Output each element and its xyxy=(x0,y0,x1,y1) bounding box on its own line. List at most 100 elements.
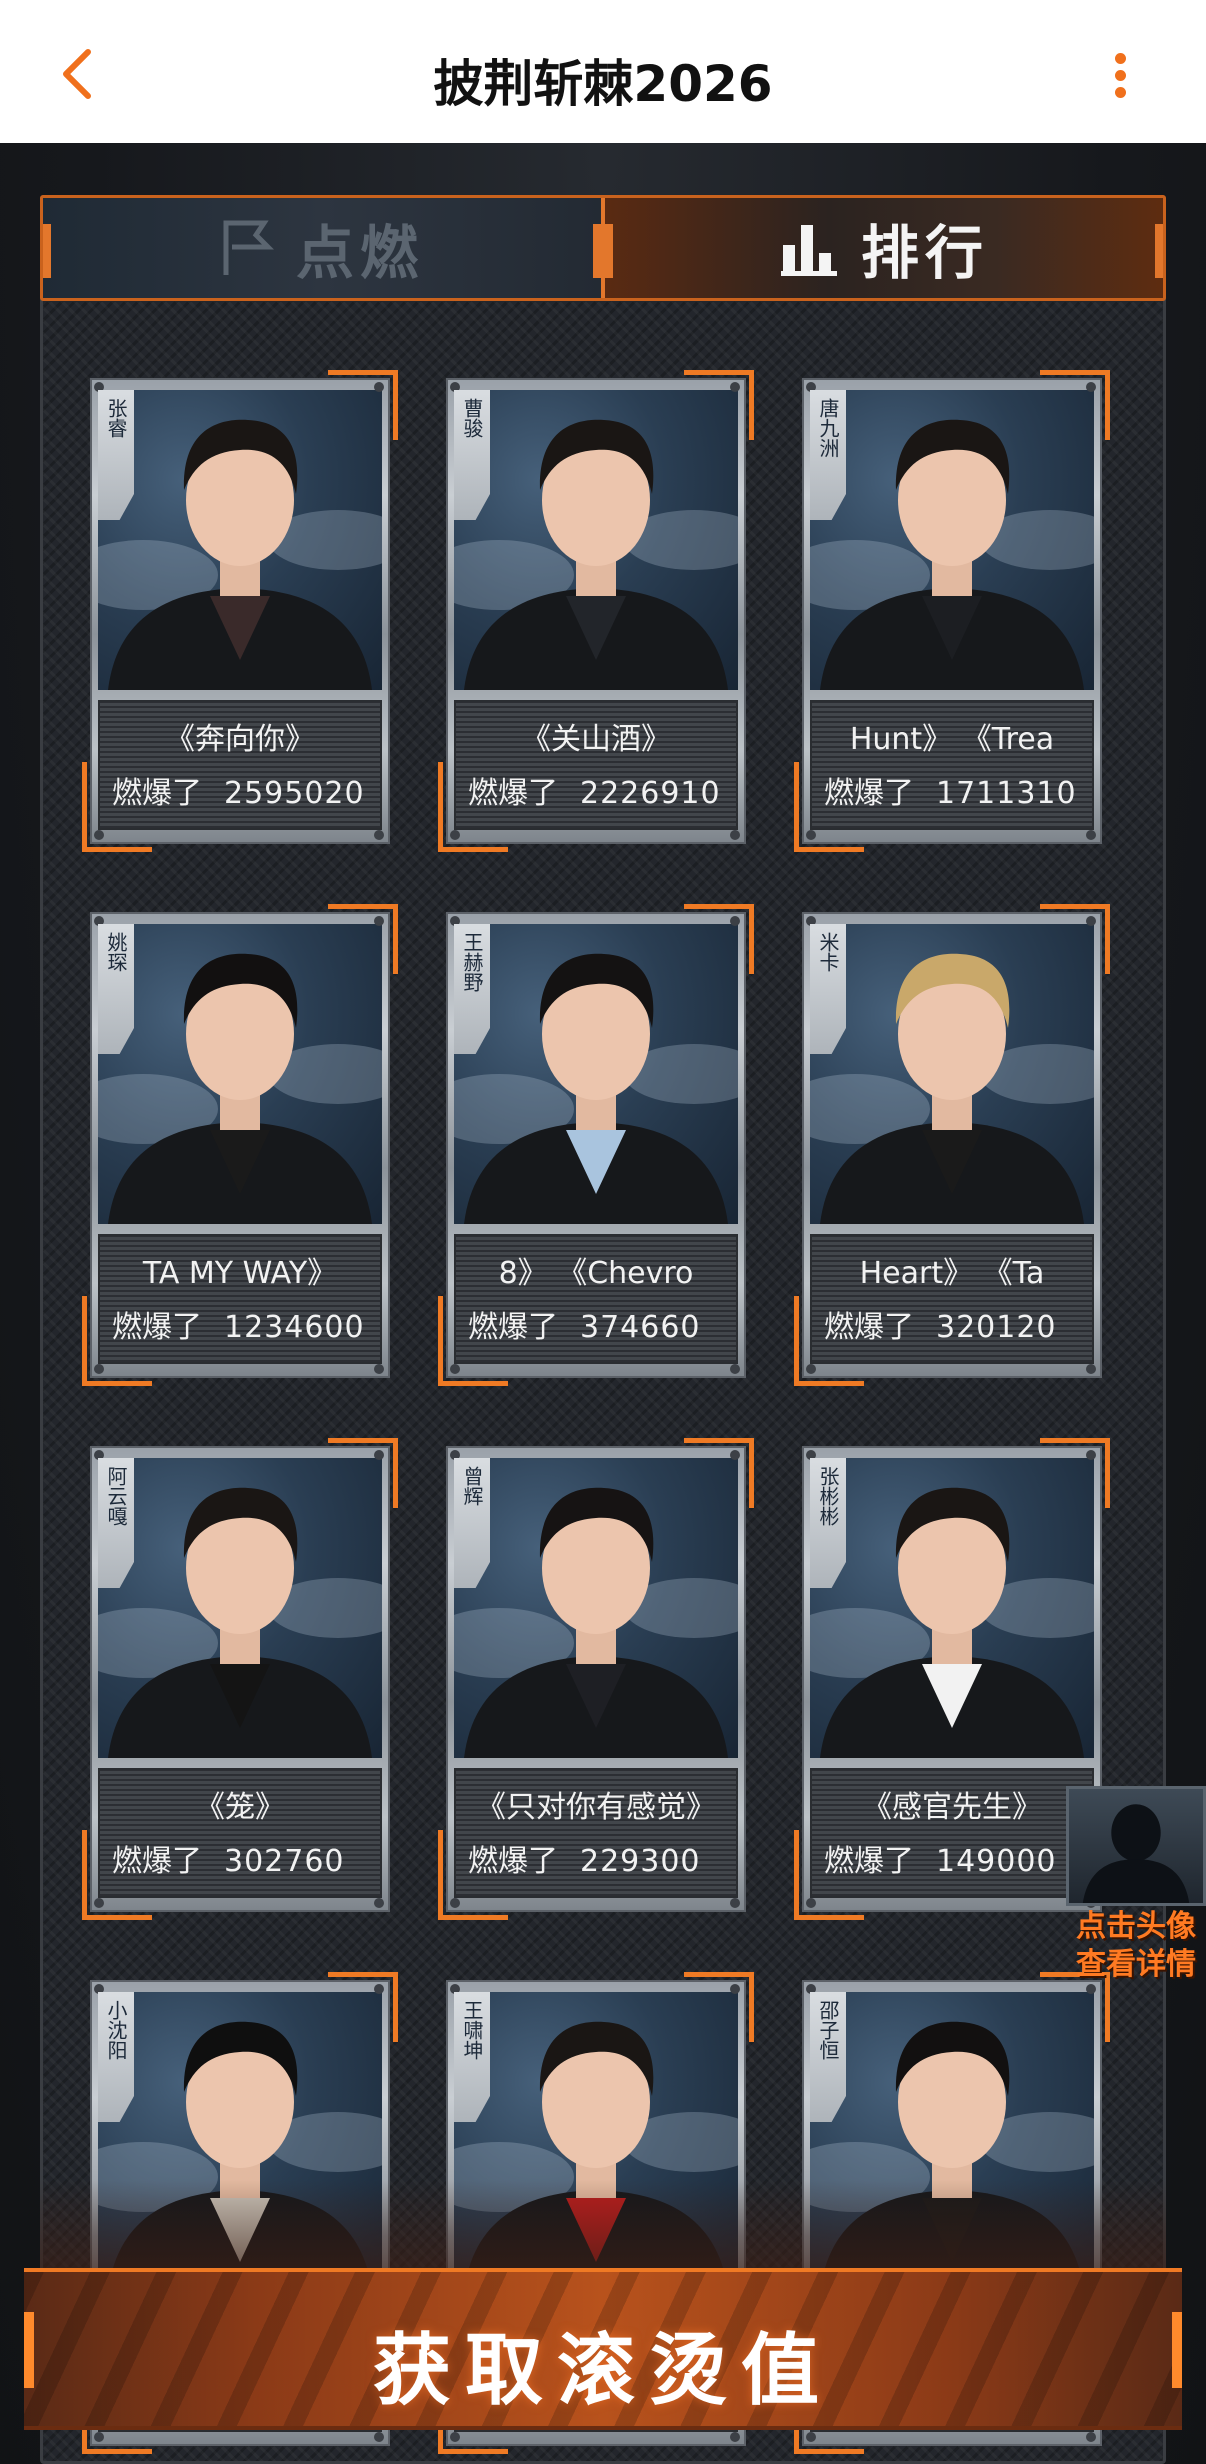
contestant-card[interactable]: 王赫野 8》 《Chevro 燃爆了 374660 xyxy=(438,904,754,1386)
contestant-name: 唐九洲 xyxy=(816,398,840,458)
plate-bolt xyxy=(806,1364,816,1374)
song-title: 《只对你有感觉》 xyxy=(476,1790,716,1825)
plate-bolt xyxy=(374,382,384,392)
tab-ranking[interactable]: 排行 xyxy=(601,198,1163,298)
contestant-avatar[interactable] xyxy=(810,924,1094,1224)
plate-bolt xyxy=(1086,1450,1096,1460)
contestant-card[interactable]: 姚琛 TA MY WAY》 燃爆了 1234600 xyxy=(82,904,398,1386)
contestant-avatar[interactable] xyxy=(454,1458,738,1758)
plate-bolt xyxy=(1086,2432,1096,2442)
plate-bolt xyxy=(806,2432,816,2442)
plate-bolt xyxy=(1086,382,1096,392)
plate-bolt xyxy=(1086,916,1096,926)
song-title: 8》 《Chevro xyxy=(498,1256,694,1291)
plate-bolt xyxy=(94,1364,104,1374)
contestant-name-tag: 张彬彬 xyxy=(810,1458,846,1588)
score-row: 燃爆了 2595020 xyxy=(112,768,382,812)
person-silhouette xyxy=(820,953,1084,1224)
contestant-card[interactable]: 张彬彬 《感官先生》 燃爆了 149000 xyxy=(794,1438,1110,1920)
more-options-button[interactable] xyxy=(1100,50,1140,102)
contestant-name-tag: 米卡 xyxy=(810,924,846,1054)
song-title: Heart》 《Ta xyxy=(859,1256,1045,1291)
contestant-name: 张睿 xyxy=(104,398,128,438)
person-silhouette xyxy=(108,419,372,690)
person-silhouette xyxy=(108,953,372,1224)
plate-bolt xyxy=(450,2432,460,2442)
contestant-avatar[interactable] xyxy=(98,1458,382,1758)
song-title: TA MY WAY》 xyxy=(142,1256,338,1291)
plate-bolt xyxy=(374,2432,384,2442)
plate-bolt xyxy=(730,916,740,926)
score-label: 燃爆了 xyxy=(824,1310,914,1345)
plate-bolt xyxy=(730,1898,740,1908)
card-info-panel: Hunt》 《Trea 燃爆了 1711310 xyxy=(810,700,1094,830)
hint-text: 点击头像 查看详情 xyxy=(1076,1909,1196,1982)
page-title: 披荆斩棘2026 xyxy=(433,55,773,113)
contestant-name-tag: 曾辉 xyxy=(454,1458,490,1588)
contestant-card[interactable]: 阿云嘎 《笼》 燃爆了 302760 xyxy=(82,1438,398,1920)
card-info-panel: 《关山酒》 燃爆了 2226910 xyxy=(454,700,738,830)
contestant-card[interactable]: 曾辉 《只对你有感觉》 燃爆了 229300 xyxy=(438,1438,754,1920)
score-label: 燃爆了 xyxy=(112,776,202,811)
contestant-avatar[interactable] xyxy=(810,1458,1094,1758)
contestant-card[interactable]: 米卡 Heart》 《Ta 燃爆了 320120 xyxy=(794,904,1110,1386)
contestant-name-tag: 小沈阳 xyxy=(98,1992,134,2122)
plate-bolt xyxy=(730,1450,740,1460)
contestant-name-tag: 唐九洲 xyxy=(810,390,846,520)
song-title: Hunt》 《Trea xyxy=(849,722,1055,757)
plate-bolt xyxy=(374,830,384,840)
heat-score: 2226910 xyxy=(580,776,721,811)
heat-score: 2595020 xyxy=(224,776,365,811)
person-silhouette xyxy=(820,419,1084,690)
tab-ignite[interactable]: 点燃 xyxy=(43,198,601,298)
vertical-dots-icon xyxy=(1114,53,1126,64)
contestant-avatar[interactable] xyxy=(810,390,1094,690)
get-heat-value-button[interactable]: 获取滚烫值 xyxy=(24,2268,1182,2430)
tap-avatar-hint-button[interactable]: 点击头像 查看详情 xyxy=(1066,1786,1206,1986)
card-info-panel: Heart》 《Ta 燃爆了 320120 xyxy=(810,1234,1094,1364)
plate-bolt xyxy=(450,1898,460,1908)
score-label: 燃爆了 xyxy=(112,1310,202,1345)
bar-chart-icon xyxy=(780,225,837,276)
contestant-name: 张彬彬 xyxy=(816,1466,840,1526)
contestant-avatar[interactable] xyxy=(98,924,382,1224)
plate-bolt xyxy=(730,1364,740,1374)
score-label: 燃爆了 xyxy=(468,1310,558,1345)
contestant-name: 小沈阳 xyxy=(104,2000,128,2060)
score-row: 燃爆了 1234600 xyxy=(112,1302,382,1346)
heat-score: 302760 xyxy=(224,1844,345,1879)
contestant-avatar[interactable] xyxy=(454,390,738,690)
plate-bolt xyxy=(374,1364,384,1374)
person-silhouette xyxy=(464,953,728,1224)
contestant-avatar[interactable] xyxy=(454,924,738,1224)
contestant-card[interactable]: 张睿 《奔向你》 燃爆了 2595020 xyxy=(82,370,398,852)
plate-bolt xyxy=(450,830,460,840)
contestant-card[interactable]: 唐九洲 Hunt》 《Trea 燃爆了 1711310 xyxy=(794,370,1110,852)
person-silhouette xyxy=(108,1487,372,1758)
contestant-card[interactable]: 曹骏 《关山酒》 燃爆了 2226910 xyxy=(438,370,754,852)
score-label: 燃爆了 xyxy=(468,1844,558,1879)
contestant-name-tag: 王啸坤 xyxy=(454,1992,490,2122)
plate-bolt xyxy=(94,2432,104,2442)
contestant-name: 曾辉 xyxy=(460,1466,484,1506)
score-row: 燃爆了 1711310 xyxy=(824,768,1094,812)
person-silhouette xyxy=(820,1487,1084,1758)
plate-bolt xyxy=(374,1984,384,1994)
card-info-panel: 8》 《Chevro 燃爆了 374660 xyxy=(454,1234,738,1364)
plate-bolt xyxy=(730,830,740,840)
plate-bolt xyxy=(94,830,104,840)
score-row: 燃爆了 229300 xyxy=(468,1836,738,1880)
card-info-panel: 《奔向你》 燃爆了 2595020 xyxy=(98,700,382,830)
plate-bolt xyxy=(730,1984,740,1994)
plate-bolt xyxy=(374,1450,384,1460)
person-silhouette xyxy=(464,1487,728,1758)
card-info-panel: TA MY WAY》 燃爆了 1234600 xyxy=(98,1234,382,1364)
score-label: 燃爆了 xyxy=(824,1844,914,1879)
contestant-avatar[interactable] xyxy=(98,390,382,690)
tab-ranking-label: 排行 xyxy=(860,219,989,287)
song-title: 《关山酒》 xyxy=(521,722,671,757)
contestant-name: 邵子恒 xyxy=(816,2000,840,2060)
contestant-name: 曹骏 xyxy=(460,398,484,438)
contestant-name-tag: 邵子恒 xyxy=(810,1992,846,2122)
heat-score: 374660 xyxy=(580,1310,701,1345)
